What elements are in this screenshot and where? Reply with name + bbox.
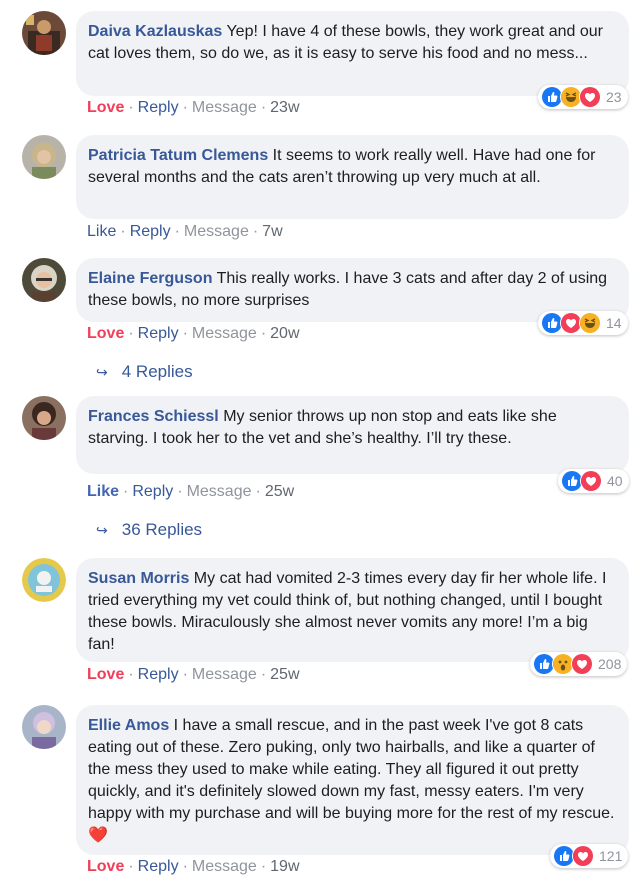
message-button[interactable]: Message <box>192 666 257 683</box>
timestamp[interactable]: 20w <box>270 325 299 342</box>
haha-icon <box>579 312 601 334</box>
love-icon <box>571 653 593 675</box>
reply-button[interactable]: Reply <box>138 858 179 875</box>
commenter-name[interactable]: Ellie Amos <box>88 717 169 734</box>
timestamp[interactable]: 25w <box>270 666 299 683</box>
reaction-count: 23 <box>606 89 622 105</box>
reaction-summary[interactable]: 23 <box>538 85 628 109</box>
comment-bubble: Frances Schiessl My senior throws up non… <box>76 396 629 474</box>
reaction-summary[interactable]: 40 <box>558 469 629 493</box>
reply-button[interactable]: Reply <box>132 483 173 500</box>
love-icon <box>579 86 601 108</box>
reaction-count: 208 <box>598 656 622 672</box>
avatar[interactable] <box>22 705 66 749</box>
reply-button[interactable]: Reply <box>138 99 179 116</box>
reply-button[interactable]: Reply <box>138 325 179 342</box>
view-replies-link[interactable]: ↪ 4 Replies <box>96 362 193 382</box>
reaction-summary[interactable]: 208 <box>530 652 628 676</box>
commenter-name[interactable]: Frances Schiessl <box>88 408 219 425</box>
reply-arrow-icon: ↪ <box>96 522 108 538</box>
reply-arrow-icon: ↪ <box>96 364 108 380</box>
avatar[interactable] <box>22 11 66 55</box>
comment-actions: Love · Reply · Message · 23w <box>87 99 300 116</box>
avatar[interactable] <box>22 135 66 179</box>
message-button[interactable]: Message <box>187 483 252 500</box>
heart-emoji: ❤️ <box>88 827 108 844</box>
commenter-name[interactable]: Elaine Ferguson <box>88 270 212 287</box>
love-icon <box>580 470 602 492</box>
comment-bubble: Daiva Kazlauskas Yep! I have 4 of these … <box>76 11 629 96</box>
comment-bubble: Patricia Tatum Clemens It seems to work … <box>76 135 629 219</box>
avatar[interactable] <box>22 258 66 302</box>
message-button[interactable]: Message <box>192 99 257 116</box>
love-button[interactable]: Love <box>87 99 124 116</box>
avatar[interactable] <box>22 396 66 440</box>
comment-bubble: Susan Morris My cat had vomited 2-3 time… <box>76 558 629 662</box>
comment-actions: Like · Reply · Message · 25w <box>87 483 295 500</box>
commenter-name[interactable]: Patricia Tatum Clemens <box>88 147 268 164</box>
timestamp[interactable]: 25w <box>265 483 294 500</box>
commenter-name[interactable]: Daiva Kazlauskas <box>88 23 222 40</box>
comment-bubble: Ellie Amos I have a small rescue, and in… <box>76 705 629 855</box>
love-button[interactable]: Love <box>87 666 124 683</box>
message-button[interactable]: Message <box>192 325 257 342</box>
view-replies-link[interactable]: ↪ 36 Replies <box>96 520 202 540</box>
reaction-count: 14 <box>606 315 622 331</box>
like-button[interactable]: Like <box>87 223 116 240</box>
message-button[interactable]: Message <box>192 858 257 875</box>
comment-actions: Love · Reply · Message · 20w <box>87 325 300 342</box>
reaction-count: 121 <box>599 848 623 864</box>
reaction-summary[interactable]: 14 <box>538 311 628 335</box>
timestamp[interactable]: 23w <box>270 99 299 116</box>
commenter-name[interactable]: Susan Morris <box>88 570 189 587</box>
love-button[interactable]: Love <box>87 858 124 875</box>
comment-actions: Love · Reply · Message · 25w <box>87 666 300 683</box>
comment-actions: Like · Reply · Message · 7w <box>87 223 283 240</box>
like-button[interactable]: Like <box>87 483 119 500</box>
replies-label[interactable]: 36 Replies <box>122 520 202 539</box>
reaction-summary[interactable]: 121 <box>550 844 629 868</box>
reply-button[interactable]: Reply <box>130 223 171 240</box>
timestamp[interactable]: 7w <box>262 223 282 240</box>
avatar[interactable] <box>22 558 66 602</box>
replies-label[interactable]: 4 Replies <box>122 362 193 381</box>
love-button[interactable]: Love <box>87 325 124 342</box>
reply-button[interactable]: Reply <box>138 666 179 683</box>
love-icon <box>572 845 594 867</box>
comment-actions: Love · Reply · Message · 19w <box>87 858 300 875</box>
message-button[interactable]: Message <box>184 223 249 240</box>
timestamp[interactable]: 19w <box>270 858 299 875</box>
reaction-count: 40 <box>607 473 623 489</box>
